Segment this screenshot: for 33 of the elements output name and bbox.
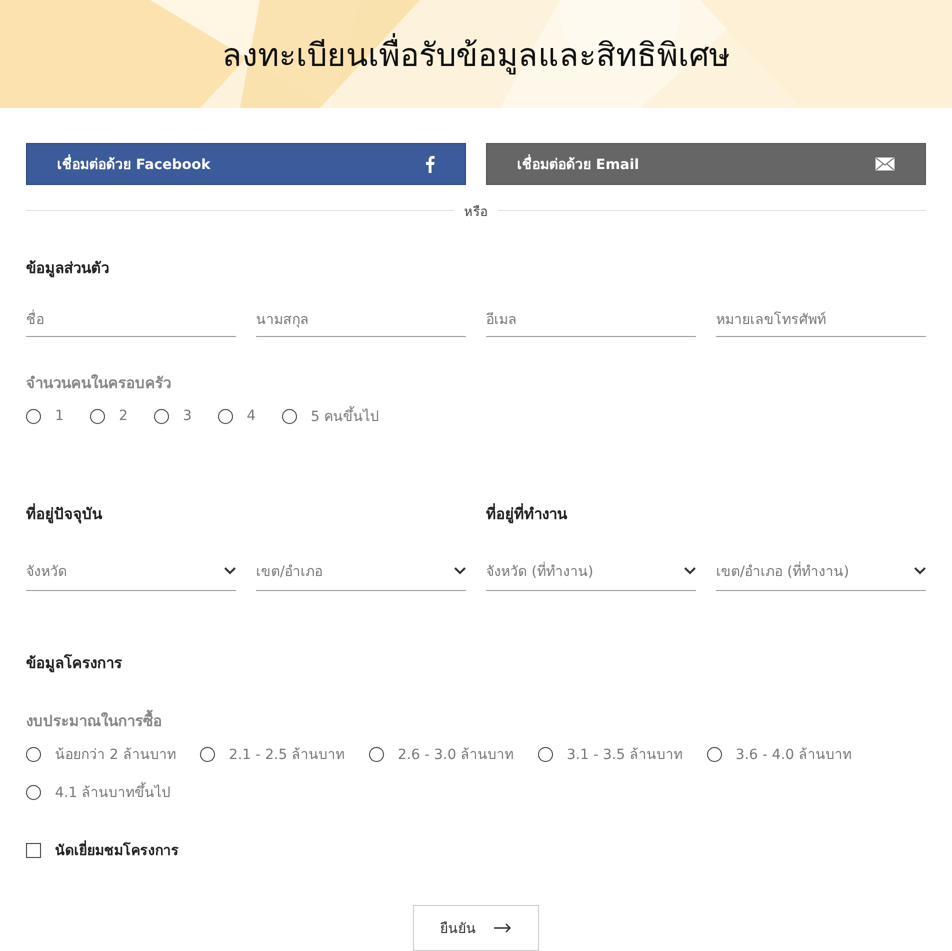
field-label: งบประมาณในการซื้อ [26,709,926,733]
envelope-icon [875,157,895,171]
chevron-down-icon [224,567,236,575]
email-button[interactable]: เชื่อมต่อด้วย Email [486,143,926,185]
field-label: จำนวนคนในครอบครัว [26,373,172,394]
radio-option[interactable]: 3.6 - 4.0 ล้านบาท [706,743,852,765]
radio-option[interactable]: 3 [154,405,192,427]
page-title: ลงทะเบียนเพื่อรับข้อมูลและสิทธิพิเศษ [222,28,730,80]
radio-option[interactable]: 2 [90,405,128,427]
radio-option[interactable]: 5 คนขึ้นไป [282,405,380,427]
radio-option[interactable]: 4.1 ล้านบาทขึ้นไป [26,781,171,803]
radio-option[interactable]: 4 [218,405,256,427]
arrow-right-icon [494,923,512,933]
chevron-down-icon [914,567,926,575]
submit-button[interactable]: ยืนยัน [413,905,539,951]
radio-option[interactable]: 1 [26,405,64,427]
dropdown-field[interactable]: จังหวัด [26,552,236,591]
section-heading: ที่อยู่ปัจจุบัน [26,502,104,526]
dropdown-field[interactable]: เขต/อำเภอ (ที่ทำงาน) [716,552,926,591]
checkbox-option[interactable]: นัดเยี่ยมชมโครงการ [26,839,179,861]
radio-option[interactable]: 2.6 - 3.0 ล้านบาท [368,743,514,765]
dropdown-field[interactable]: จังหวัด (ที่ทำงาน) [486,552,696,591]
section-heading: ที่อยู่ที่ทำงาน [486,502,568,526]
radio-option[interactable]: 3.1 - 3.5 ล้านบาท [538,743,683,765]
section-heading: ข้อมูลส่วนตัว [26,258,110,280]
facebook-button[interactable]: เชื่อมต่อด้วย Facebook [26,143,466,185]
section-heading: ข้อมูลโครงการ [26,653,123,674]
radio-option[interactable]: น้อยกว่า 2 ล้านบาท [26,743,176,765]
dropdown-field[interactable]: เขต/อำเภอ [256,552,466,591]
facebook-icon [425,155,435,173]
chevron-down-icon [684,567,696,575]
chevron-down-icon [454,567,466,575]
radio-option[interactable]: 2.1 - 2.5 ล้านบาท [200,743,345,765]
